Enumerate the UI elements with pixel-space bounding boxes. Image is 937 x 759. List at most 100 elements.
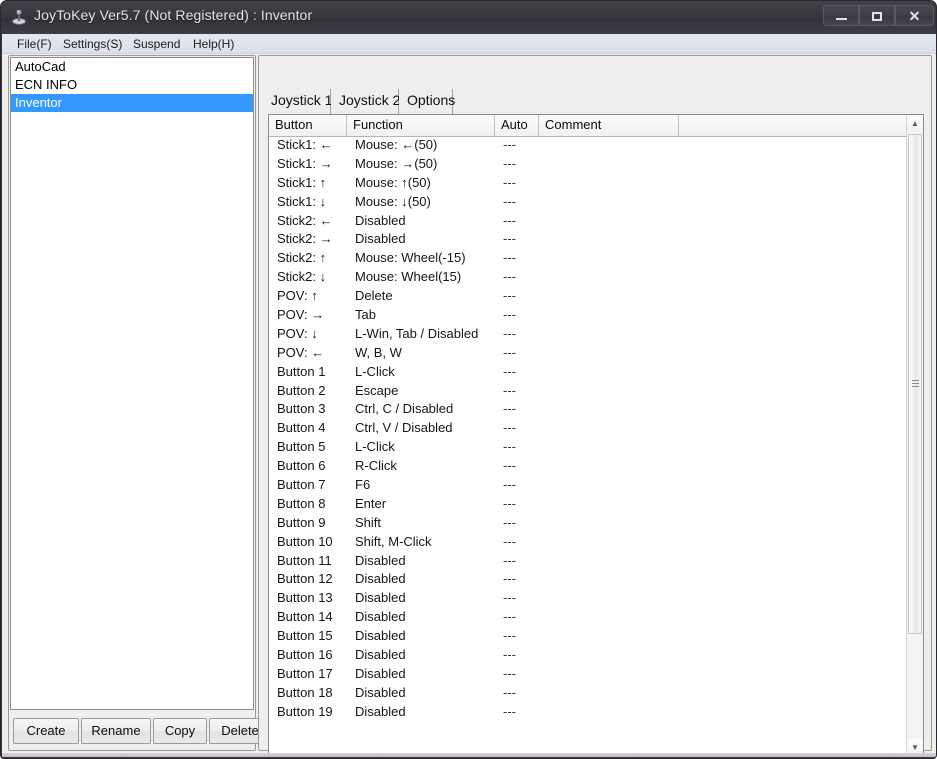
table-row[interactable]: POV: ↑ Delete --- (269, 287, 905, 306)
cell-auto: --- (503, 533, 516, 549)
table-row[interactable]: Stick1: ↓ Mouse: ↓(50) --- (269, 193, 905, 212)
table-vertical-scrollbar[interactable]: ▲ ▼ (906, 115, 923, 756)
minimize-button[interactable] (823, 5, 859, 26)
table-row[interactable]: Button 1 L-Click --- (269, 363, 905, 382)
column-header-auto[interactable]: Auto (495, 115, 539, 136)
table-row[interactable]: Button 8 Enter --- (269, 495, 905, 514)
table-row[interactable]: Stick1: ← Mouse: ←(50) --- (269, 136, 905, 155)
menu-bar: File(F) Settings(S) Suspend Help(H) (2, 34, 936, 54)
cell-function: Disabled (355, 628, 406, 644)
menu-item-help[interactable]: Help(H) (188, 36, 239, 52)
cell-function: Disabled (355, 590, 406, 606)
rename-button[interactable]: Rename (81, 718, 151, 744)
cell-function: Mouse: ↓(50) (355, 193, 431, 209)
cell-auto: --- (503, 514, 516, 530)
table-row[interactable]: Button 18 Disabled --- (269, 684, 905, 703)
cell-button: POV: ↑ (277, 288, 318, 304)
table-row[interactable]: Stick2: ↑ Mouse: Wheel(-15) --- (269, 249, 905, 268)
title-bar: JoyToKey Ver5.7 (Not Registered) : Inven… (1, 1, 936, 34)
table-row[interactable]: Button 19 Disabled --- (269, 703, 905, 722)
cell-function: Disabled (355, 609, 406, 625)
column-header-comment[interactable]: Comment (539, 115, 679, 136)
cell-function: L-Click (355, 363, 395, 379)
cell-auto: --- (503, 647, 516, 663)
maximize-icon (872, 11, 882, 21)
menu-item-suspend[interactable]: Suspend (128, 36, 185, 52)
column-header-spare[interactable] (679, 115, 905, 136)
list-item[interactable]: AutoCad (11, 58, 253, 76)
create-button[interactable]: Create (13, 718, 79, 744)
table-row[interactable]: Stick2: → Disabled --- (269, 230, 905, 249)
column-header-button[interactable]: Button (269, 115, 347, 136)
profile-actions: Create Rename Copy Delete (13, 718, 271, 746)
table-row[interactable]: Button 5 L-Click --- (269, 438, 905, 457)
cell-button: Button 15 (277, 628, 333, 644)
close-button[interactable]: ✕ (895, 5, 934, 26)
cell-function: Escape (355, 382, 399, 398)
table-row[interactable]: Stick1: ↑ Mouse: ↑(50) --- (269, 174, 905, 193)
table-row[interactable]: Button 10 Shift, M-Click --- (269, 533, 905, 552)
profile-list[interactable]: AutoCad ECN INFO Inventor (10, 57, 254, 710)
table-row[interactable]: Button 4 Ctrl, V / Disabled --- (269, 419, 905, 438)
copy-button[interactable]: Copy (153, 718, 207, 744)
tab-joystick-2[interactable]: Joystick 2 (331, 89, 400, 114)
cell-function: Mouse: →(50) (355, 155, 438, 171)
cell-button: POV: ↓ (277, 325, 318, 341)
list-item[interactable]: Inventor (11, 94, 253, 112)
cell-function: Mouse: ←(50) (355, 137, 438, 152)
cell-function: Disabled (355, 231, 406, 247)
cell-auto: --- (503, 231, 516, 247)
table-row[interactable]: Button 9 Shift --- (269, 514, 905, 533)
table-row[interactable]: Button 3 Ctrl, C / Disabled --- (269, 400, 905, 419)
cell-button: Button 9 (277, 514, 326, 530)
table-row[interactable]: Button 6 R-Click --- (269, 457, 905, 476)
table-row[interactable]: Stick1: → Mouse: →(50) --- (269, 155, 905, 174)
maximize-button[interactable] (859, 5, 895, 26)
cell-auto: --- (503, 703, 516, 719)
table-row[interactable]: Button 14 Disabled --- (269, 608, 905, 627)
cell-auto: --- (503, 250, 516, 266)
menu-item-settings[interactable]: Settings(S) (58, 36, 127, 52)
window-title: JoyToKey Ver5.7 (Not Registered) : Inven… (34, 7, 313, 23)
cell-button: POV: ← (277, 344, 325, 360)
cell-button: Stick2: ↓ (277, 269, 327, 285)
cell-auto: --- (503, 665, 516, 681)
table-row[interactable]: POV: ↓ L-Win, Tab / Disabled --- (269, 325, 905, 344)
scrollbar-thumb[interactable] (908, 134, 922, 634)
application-window: JoyToKey Ver5.7 (Not Registered) : Inven… (0, 0, 937, 759)
cell-function: L-Click (355, 439, 395, 455)
table-row[interactable]: Button 7 F6 --- (269, 476, 905, 495)
joystick-icon (10, 8, 28, 26)
cell-function: Disabled (355, 647, 406, 663)
table-row[interactable]: Stick2: ↓ Mouse: Wheel(15) --- (269, 268, 905, 287)
table-row[interactable]: Button 2 Escape --- (269, 382, 905, 401)
table-row[interactable]: Button 15 Disabled --- (269, 627, 905, 646)
tab-options[interactable]: Options (399, 89, 455, 114)
table-row[interactable]: Stick2: ← Disabled --- (269, 212, 905, 231)
menu-item-file[interactable]: File(F) (12, 36, 57, 52)
cell-function: Disabled (355, 571, 406, 587)
cell-auto: --- (503, 401, 516, 417)
table-row[interactable]: Button 16 Disabled --- (269, 646, 905, 665)
table-row[interactable]: Button 12 Disabled --- (269, 570, 905, 589)
list-item[interactable]: ECN INFO (11, 76, 253, 94)
cell-auto: --- (503, 458, 516, 474)
table-row[interactable]: Button 13 Disabled --- (269, 589, 905, 608)
table-header-row: Button Function Auto Comment (269, 115, 923, 137)
column-header-function[interactable]: Function (347, 115, 495, 136)
cell-auto: --- (503, 288, 516, 304)
scroll-up-icon[interactable]: ▲ (907, 115, 923, 132)
cell-function: Mouse: Wheel(15) (355, 269, 462, 285)
cell-button: Stick2: ← (277, 212, 333, 228)
cell-function: F6 (355, 477, 371, 493)
cell-function: Shift (355, 514, 382, 530)
cell-function: L-Win, Tab / Disabled (355, 325, 479, 341)
tab-joystick-1[interactable]: Joystick 1 (263, 89, 332, 114)
cell-function: Shift, M-Click (355, 533, 432, 549)
table-row[interactable]: Button 17 Disabled --- (269, 665, 905, 684)
cell-button: Button 7 (277, 477, 326, 493)
table-row[interactable]: POV: → Tab --- (269, 306, 905, 325)
table-row[interactable]: POV: ← W, B, W --- (269, 344, 905, 363)
cell-button: Button 18 (277, 684, 333, 700)
table-row[interactable]: Button 11 Disabled --- (269, 552, 905, 571)
